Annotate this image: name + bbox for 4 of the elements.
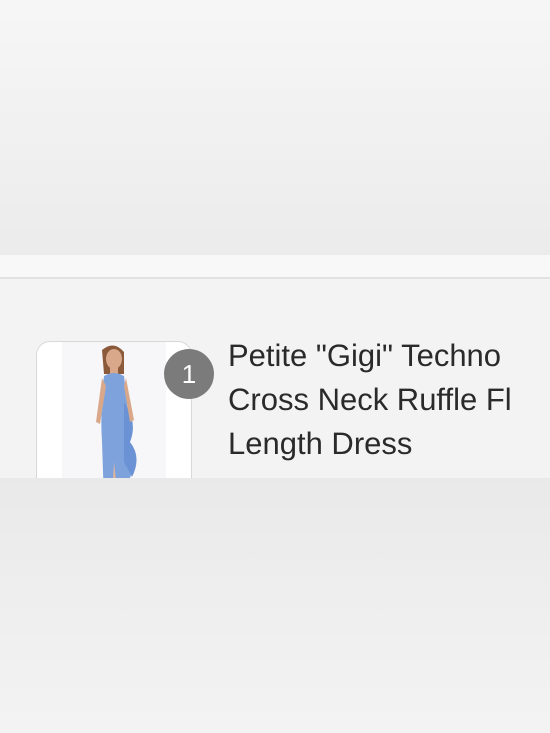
rank-badge: 1 xyxy=(164,349,214,399)
product-title-line: Length Dress xyxy=(228,425,414,463)
product-title-line: Cross Neck Ruffle Fl xyxy=(228,381,512,419)
product-title-line: Petite "Gigi" Techno xyxy=(228,337,502,375)
